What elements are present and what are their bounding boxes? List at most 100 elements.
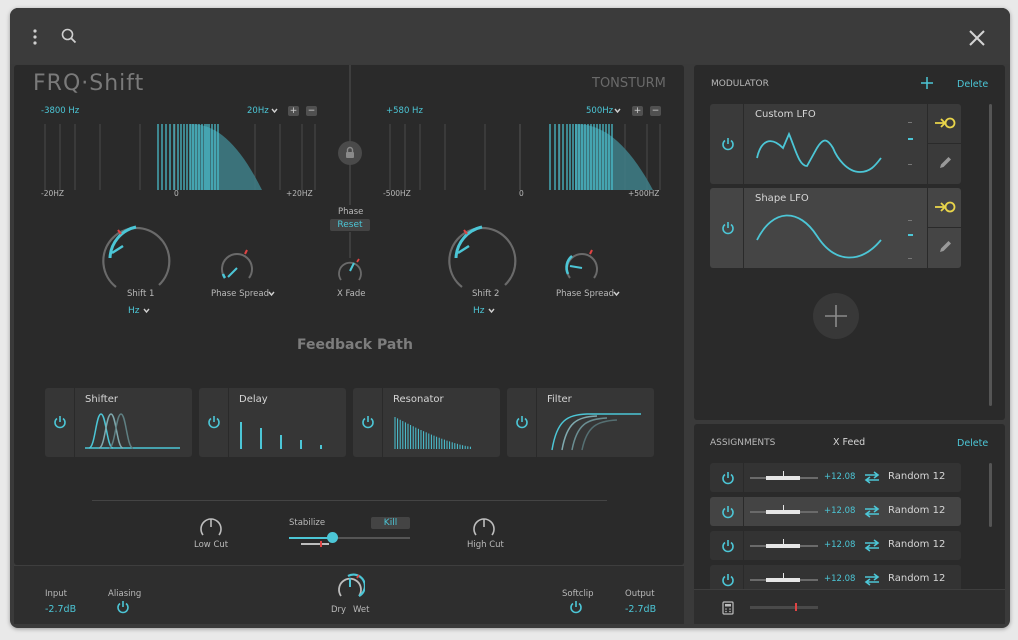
modulator-side-column [927,188,962,268]
assignment-amount[interactable]: +12.08 [824,506,855,516]
low-cut-knob[interactable] [198,514,224,540]
phase-reset-button[interactable]: Reset [330,219,370,231]
swap-arrows-icon[interactable] [863,573,881,586]
assignment-row[interactable]: +12.08 Random 12 [710,497,961,526]
swap-arrows-icon[interactable] [863,505,881,518]
edit-pencil-icon[interactable] [938,155,953,170]
amount-slider-center [783,471,784,478]
power-icon[interactable] [207,415,221,429]
stabilize-label: Stabilize [289,518,326,528]
fx-card-delay[interactable]: Delay [199,388,346,457]
assignment-target: Random 12 [888,539,946,550]
power-icon[interactable] [721,137,735,151]
power-icon[interactable] [116,600,130,614]
power-icon[interactable] [569,600,583,614]
zoom-in-button[interactable]: + [632,106,643,116]
global-amount-slider[interactable] [750,606,818,609]
chevron-down-icon[interactable] [614,108,621,114]
power-icon[interactable] [721,539,735,553]
lfo-rate-marks [908,122,912,123]
power-icon[interactable] [361,415,375,429]
fx-card-filter[interactable]: Filter [507,388,654,457]
close-icon[interactable] [968,29,986,47]
power-icon[interactable] [721,471,735,485]
input-value[interactable]: -2.7dB [45,604,76,615]
zoom-out-button[interactable]: − [650,106,661,116]
edit-pencil-icon[interactable] [938,239,953,254]
dry-wet-knob[interactable] [335,572,365,602]
kebab-menu-icon[interactable] [31,28,39,46]
assignment-amount[interactable]: +12.08 [824,472,855,482]
assign-icon[interactable] [934,199,956,215]
assignments-delete-button[interactable]: Delete [957,438,988,449]
shift1-spectrum [157,124,262,190]
zoom-in-button[interactable]: + [288,106,299,116]
modulator-side-column [927,104,962,184]
global-amount-marker [795,603,797,611]
modulator-power-column [710,104,744,184]
swap-arrows-icon[interactable] [863,471,881,484]
lfo-rate-marks [908,234,913,236]
fx-name: Filter [547,394,572,405]
assignments-scrollbar[interactable] [989,463,992,527]
swap-arrows-icon[interactable] [863,539,881,552]
shifter-graph [85,413,180,449]
phase-spread-label[interactable]: Phase Spread [556,289,614,299]
output-value[interactable]: -2.7dB [625,604,656,615]
power-icon[interactable] [53,415,67,429]
power-icon[interactable] [515,415,529,429]
lfo-waveform [756,131,882,173]
high-cut-knob[interactable] [471,514,497,540]
modulator-card-shape-lfo[interactable]: Shape LFO [710,188,962,268]
shift1-spectrum-display [44,124,316,190]
divider [92,500,607,501]
wet-label: Wet [353,605,370,615]
chevron-down-icon[interactable] [268,291,275,297]
chevron-down-icon[interactable] [143,308,150,314]
fx-card-shifter[interactable]: Shifter [45,388,192,457]
modulator-scrollbar[interactable] [989,104,992,406]
amount-slider-center [783,539,784,546]
kill-button[interactable]: Kill [371,517,410,529]
shift1-range-select[interactable]: 20Hz [247,106,269,116]
chevron-down-icon[interactable] [271,108,278,114]
phase-spread-knob[interactable] [215,244,259,288]
shift2-range-select[interactable]: 500Hz [586,106,613,116]
xfade-knob[interactable] [335,256,365,286]
calculator-icon[interactable] [722,601,734,615]
stabilize-slider-handle[interactable] [327,532,338,543]
chevron-down-icon[interactable] [488,308,495,314]
low-cut-label: Low Cut [194,540,229,550]
feedback-path-title: Feedback Path [297,337,413,353]
resonator-graph [394,417,471,449]
assignment-amount[interactable]: +12.08 [824,540,855,550]
phase-spread-label[interactable]: Phase Spread [211,289,269,299]
shift1-unit-select[interactable]: Hz [128,306,140,316]
modulator-card-custom-lfo[interactable]: Custom LFO [710,104,962,184]
modulator-delete-button[interactable]: Delete [957,79,988,90]
assignment-row[interactable]: +12.08 Random 12 [710,531,961,560]
shift2-unit-select[interactable]: Hz [473,306,485,316]
add-icon[interactable] [921,77,933,89]
assign-icon[interactable] [934,115,956,131]
phase-label: Phase [338,207,364,217]
shift2-spectrum-display [389,124,661,190]
chevron-down-icon[interactable] [613,291,620,297]
power-icon[interactable] [721,221,735,235]
filter-graph [551,413,641,451]
power-icon[interactable] [721,573,735,587]
phase-connector [349,232,351,258]
search-icon[interactable] [61,28,77,44]
assignment-amount[interactable]: +12.08 [824,574,855,584]
shift1-axis-min: -20HZ [41,189,65,198]
assignment-row[interactable]: +12.08 Random 12 [710,463,961,492]
fx-card-resonator[interactable]: Resonator [353,388,500,457]
lock-icon[interactable] [337,140,363,166]
phase-spread-knob[interactable] [560,244,604,288]
power-icon[interactable] [721,505,735,519]
zoom-out-button[interactable]: − [306,106,317,116]
assignments-footer [694,589,1005,624]
assignments-source: X Feed [833,437,866,448]
add-modulator-icon[interactable] [812,292,860,340]
assignment-target: Random 12 [888,471,946,482]
